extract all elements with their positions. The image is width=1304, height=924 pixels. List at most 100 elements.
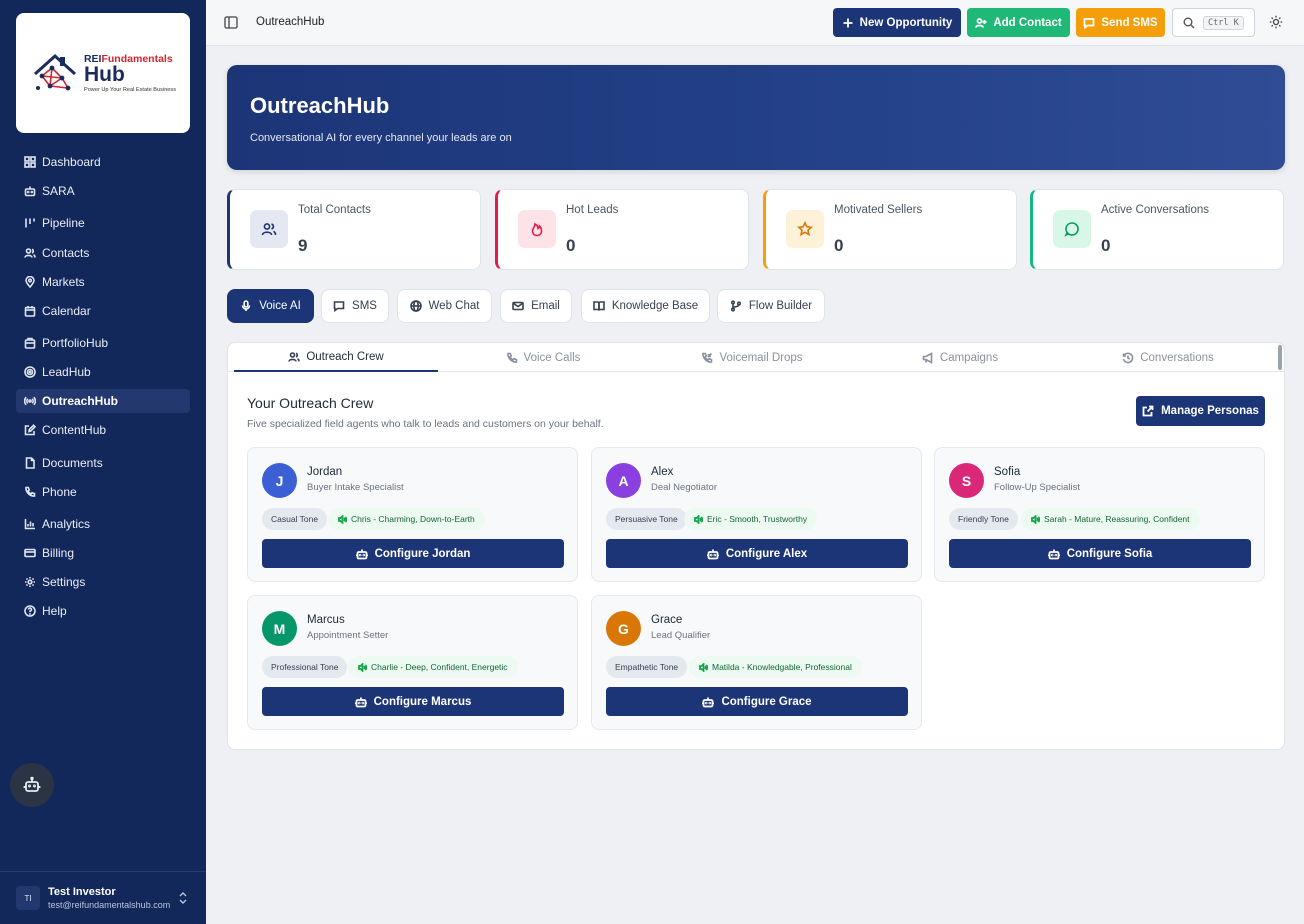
sidebar-toggle-icon[interactable] [224,16,238,29]
git-branch-icon [730,300,741,312]
configure-marcus-button[interactable]: Configure Marcus [262,687,564,716]
tab-campaigns[interactable]: Campaigns [858,343,1062,372]
sidebar-item-markets[interactable]: Markets [16,270,190,294]
sidebar-item-portfoliohub[interactable]: PortfolioHub [16,331,190,355]
stat-card-hot-leads: Hot Leads 0 [495,189,749,270]
breadcrumb[interactable]: OutreachHub [256,16,324,28]
sidebar-item-analytics[interactable]: Analytics [16,512,190,536]
users-icon [288,351,301,362]
agent-card-marcus: M Marcus Appointment Setter Professional… [247,595,578,730]
add-contact-button[interactable]: Add Contact [967,8,1070,37]
subtab-bar: Outreach Crew Voice Calls Voicemail Drop… [228,343,1284,372]
voice-badge: Chris - Charming, Down-to-Earth [328,508,485,530]
assistant-bot-button[interactable] [10,763,54,807]
tab-label: Flow Builder [748,300,813,312]
external-link-icon [1142,405,1154,417]
search-shortcut: Ctrl K [1203,15,1244,30]
send-sms-button[interactable]: Send SMS [1076,8,1165,37]
tone-badge: Professional Tone [262,656,348,678]
avatar: G [606,611,641,646]
mail-icon [512,301,524,311]
bot-icon [24,186,36,197]
sidebar-item-sara[interactable]: SARA [16,179,190,203]
section-subtitle: Five specialized field agents who talk t… [247,418,604,430]
agent-card-grace: G Grace Lead Qualifier Empathetic Tone M… [591,595,922,730]
tab-knowledge-base[interactable]: Knowledge Base [581,289,710,323]
bot-icon [1047,549,1060,559]
tab-conversations[interactable]: Conversations [1066,343,1270,372]
configure-label: Configure Sofia [1066,547,1153,560]
stat-icon-box [518,210,556,248]
dashboard-icon [24,156,36,168]
scrollbar[interactable] [1278,345,1282,370]
tab-flow-builder[interactable]: Flow Builder [717,289,825,323]
tab-web-chat[interactable]: Web Chat [397,289,492,323]
sidebar-item-documents[interactable]: Documents [16,451,190,475]
sidebar-item-label: OutreachHub [42,394,119,408]
tab-sms[interactable]: SMS [321,289,389,323]
pipeline-icon [25,218,35,228]
sidebar-item-leadhub[interactable]: LeadHub [16,360,190,384]
sidebar-item-label: PortfolioHub [42,336,109,350]
sidebar-item-contenthub[interactable]: ContentHub [16,418,190,442]
sidebar-item-settings[interactable]: Settings [16,570,190,594]
sidebar-item-label: Billing [42,546,75,560]
users-icon [24,248,36,258]
avatar: S [949,463,984,498]
sidebar-item-phone[interactable]: Phone [16,480,190,504]
configure-sofia-button[interactable]: Configure Sofia [949,539,1251,568]
manage-personas-button[interactable]: Manage Personas [1136,396,1265,426]
sidebar-item-outreachhub[interactable]: OutreachHub [16,389,190,413]
file-icon [25,457,35,469]
logo-tagline: Power Up Your Real Estate Business [83,86,177,93]
tone-badge: Friendly Tone [949,508,1018,530]
configure-jordan-button[interactable]: Configure Jordan [262,539,564,568]
tab-outreach-crew[interactable]: Outreach Crew [234,343,438,372]
configure-label: Configure Marcus [373,695,472,708]
sidebar-item-calendar[interactable]: Calendar [16,299,190,323]
sidebar-item-label: Help [42,604,67,618]
stat-value: 0 [566,236,576,255]
volume-icon [699,662,708,672]
phone-icon [25,486,36,497]
app-logo[interactable]: REIFundamentals Hub Power Up Your Real E… [16,13,190,133]
tab-label: Web Chat [428,300,480,312]
sidebar-item-help[interactable]: Help [16,599,190,623]
sidebar-item-pipeline[interactable]: Pipeline [16,211,190,235]
avatar: A [606,463,641,498]
configure-grace-button[interactable]: Configure Grace [606,687,908,716]
agent-role: Follow-Up Specialist [994,482,1081,493]
phone-icon [506,352,517,363]
edit-icon [24,424,36,436]
sun-icon[interactable] [1269,15,1283,29]
agent-name: Marcus [307,614,345,626]
tab-email[interactable]: Email [500,289,572,323]
sidebar-item-dashboard[interactable]: Dashboard [16,150,190,174]
tab-voicemail-drops[interactable]: Voicemail Drops [650,343,854,372]
manage-personas-label: Manage Personas [1161,405,1259,417]
flame-icon [531,222,543,237]
sidebar-item-contacts[interactable]: Contacts [16,241,190,265]
tab-voice-ai[interactable]: Voice AI [227,289,314,323]
agent-role: Buyer Intake Specialist [307,482,404,493]
message-icon [1083,17,1095,29]
bot-icon [702,697,715,707]
stat-label: Hot Leads [566,204,619,216]
configure-alex-button[interactable]: Configure Alex [606,539,908,568]
tone-badge: Casual Tone [262,508,328,530]
calendar-icon [24,306,36,317]
tone-badge: Persuasive Tone [606,508,687,530]
stat-value: 0 [834,236,844,255]
tab-label: Campaigns [939,351,999,364]
sidebar-item-label: Pipeline [42,216,85,230]
mic-icon [241,300,251,311]
target-icon [24,366,36,378]
tab-label: Voice Calls [523,351,581,364]
volume-icon [338,514,347,524]
new-opportunity-button[interactable]: New Opportunity [833,8,961,37]
tab-voice-calls[interactable]: Voice Calls [441,343,645,372]
search-button[interactable]: Ctrl K [1172,8,1255,37]
user-menu[interactable]: TI Test Investor test@reifundamentalshub… [0,871,206,924]
sidebar-item-billing[interactable]: Billing [16,541,190,565]
avatar: TI [16,886,40,910]
